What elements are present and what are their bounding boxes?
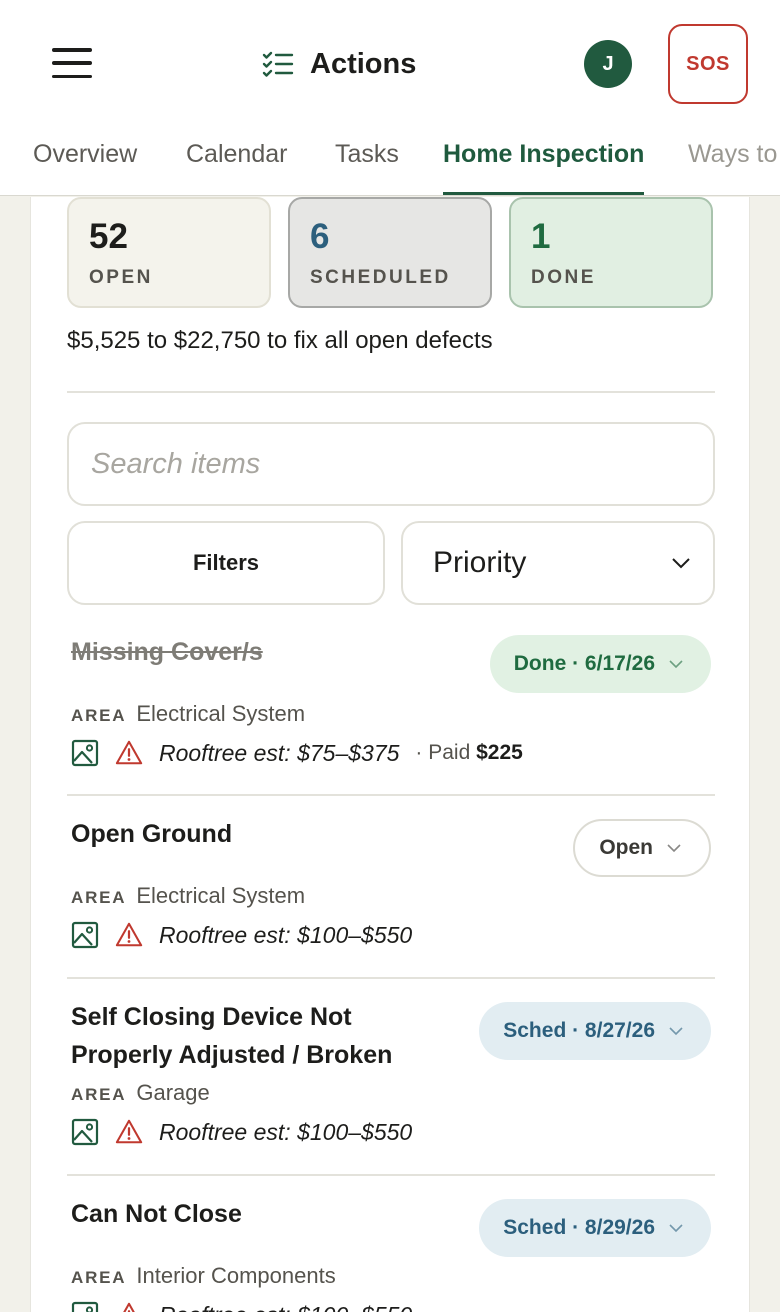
stat-open-card[interactable]: 52 OPEN [67,197,271,308]
top-bar: Actions J SOS [0,0,780,126]
area-key: AREA [71,888,127,907]
chevron-down-icon [669,1223,683,1232]
paid-label: · Paid [415,741,471,764]
item-title: Open Ground [71,820,233,848]
status-label: Open [599,836,653,859]
cost-summary: $5,525 to $22,750 to fix all open defect… [67,327,493,354]
photo-icon[interactable] [71,739,99,767]
list-item[interactable]: Can Not Close Sched · 8/29/26 AREA Interi… [67,1195,715,1312]
area-key: AREA [71,1085,127,1104]
item-title: Self Closing Device Not Properly Adjuste… [71,1003,393,1069]
inspection-panel: 52 OPEN 6 SCHEDULED 1 DONE $5,525 to $22… [30,197,750,1312]
sort-select[interactable]: Priority [401,521,715,605]
status-dropdown[interactable]: Open [573,819,711,877]
stat-scheduled-card[interactable]: 6 SCHEDULED [288,197,492,308]
area-key: AREA [71,1268,127,1287]
area-value: Garage [136,1080,210,1105]
area-key: AREA [71,706,127,725]
item-estimate: Rooftree est: $100–$550 [159,1118,413,1145]
stat-done-label: DONE [531,267,596,288]
status-label: Done · 6/17/26 [513,652,655,675]
divider [67,977,715,979]
chevron-down-icon [669,659,683,668]
page-title: Actions [310,47,417,80]
tab-tasks[interactable]: Tasks [335,126,399,195]
item-area: AREA Interior Components [71,1263,336,1289]
sos-button[interactable]: SOS [668,24,748,104]
item-estimate: Rooftree est: $75–$375 [159,739,400,766]
warning-icon[interactable] [115,921,143,949]
stat-open-count: 52 [89,217,128,256]
status-dropdown[interactable]: Done · 6/17/26 [489,635,711,693]
tab-home-inspection[interactable]: Home Inspection [443,126,645,195]
item-title: Can Not Close [71,1200,242,1228]
status-label: Sched · 8/29/26 [503,1216,655,1239]
filters-button[interactable]: Filters [67,521,385,605]
photo-icon[interactable] [71,1301,99,1312]
item-title: Missing Cover/s [71,638,263,666]
stat-open-label: OPEN [89,267,153,288]
item-meta: Rooftree est: $100–$550 [71,1301,412,1312]
photo-icon[interactable] [71,921,99,949]
status-label: Sched · 8/27/26 [503,1019,655,1042]
page-title-group: Actions [262,42,416,86]
warning-icon[interactable] [115,739,143,767]
stat-scheduled-label: SCHEDULED [310,267,451,288]
status-dropdown[interactable]: Sched · 8/29/26 [479,1199,711,1257]
stat-done-count: 1 [531,217,551,256]
item-meta: Rooftree est: $100–$550 [71,921,412,949]
item-area: AREA Garage [71,1080,210,1106]
chevron-down-icon [672,558,690,569]
warning-icon[interactable] [115,1118,143,1146]
tab-bar: Overview Calendar Tasks Home Inspection … [0,126,780,196]
sort-select-value: Priority [433,546,527,579]
stat-scheduled-count: 6 [310,217,330,256]
chevron-down-icon [669,1026,683,1035]
menu-icon[interactable] [52,48,92,78]
divider [67,1174,715,1176]
item-paid: · Paid $225 [415,741,522,765]
warning-icon[interactable] [115,1301,143,1312]
tab-overview[interactable]: Overview [33,126,137,195]
photo-icon[interactable] [71,1118,99,1146]
divider [67,794,715,796]
tab-ways-to[interactable]: Ways to [688,126,777,195]
list-item[interactable]: Open Ground Open AREA Electrical System R… [67,815,715,975]
chevron-down-icon [667,843,681,852]
list-item[interactable]: Missing Cover/s Done · 6/17/26 AREA Elect… [67,633,715,793]
checklist-icon [262,51,294,77]
avatar[interactable]: J [584,40,632,88]
item-estimate: Rooftree est: $100–$550 [159,921,413,948]
paid-amount: $225 [476,741,523,764]
status-dropdown[interactable]: Sched · 8/27/26 [479,1002,711,1060]
area-value: Interior Components [136,1263,336,1288]
search-input[interactable] [67,422,715,506]
area-value: Electrical System [136,883,306,908]
item-estimate: Rooftree est: $100–$550 [159,1302,412,1312]
stat-done-card[interactable]: 1 DONE [509,197,713,308]
list-item[interactable]: Self Closing Device Not Properly Adjuste… [67,998,715,1173]
divider [67,391,715,393]
item-meta: Rooftree est: $100–$550 [71,1118,412,1146]
area-value: Electrical System [136,701,306,726]
item-meta: Rooftree est: $75–$375 · Paid $225 [71,739,523,767]
item-area: AREA Electrical System [71,701,305,727]
tab-calendar[interactable]: Calendar [186,126,287,195]
item-area: AREA Electrical System [71,883,305,909]
